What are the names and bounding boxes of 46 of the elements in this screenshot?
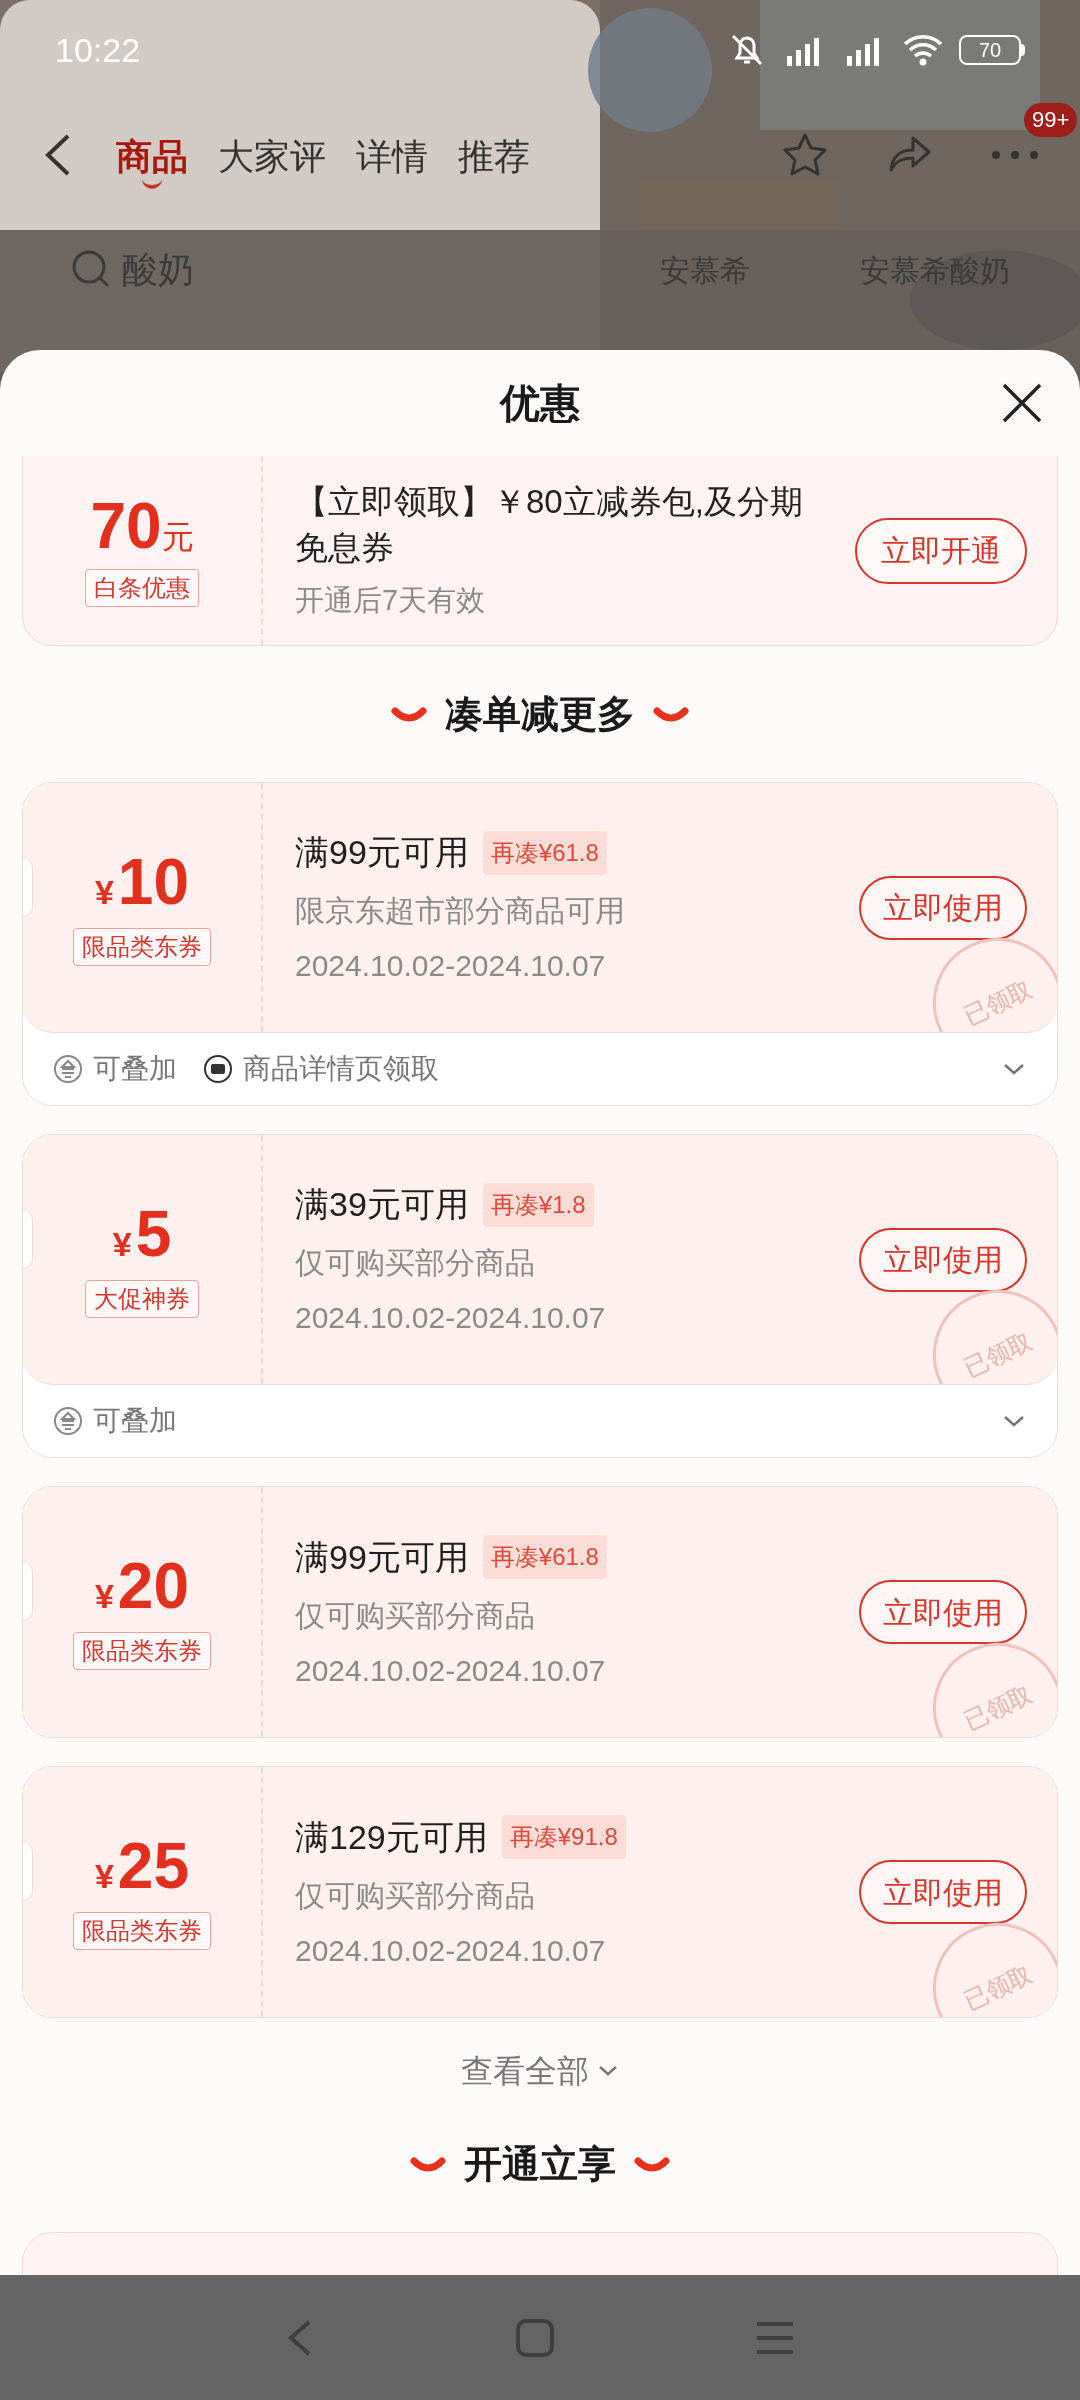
coupon-tag: 限品类东券 xyxy=(73,927,211,966)
section-title: 凑单减更多 xyxy=(445,691,635,737)
coupon-tag: 限品类东券 xyxy=(73,1632,211,1670)
gap-badge: 再凑¥1.8 xyxy=(482,1182,594,1227)
feature-label: 可叠加 xyxy=(93,1052,177,1086)
coupon-tag: 大促神券 xyxy=(85,1279,199,1318)
gap-badge: 再凑¥61.8 xyxy=(482,1535,607,1579)
sheet-title: 优惠 xyxy=(500,380,580,427)
use-button[interactable]: 立即使用 xyxy=(859,1860,1027,1924)
feature-label: 可叠加 xyxy=(93,1404,177,1438)
nav-tab[interactable]: 推荐 xyxy=(458,121,530,189)
battery-indicator: 70 xyxy=(959,35,1021,65)
use-button[interactable]: 立即使用 xyxy=(859,875,1027,940)
coupon-amount: ¥5 xyxy=(112,1201,172,1270)
offer-validity: 开通后7天有效 xyxy=(295,582,487,618)
nav-tab[interactable]: 大家评 xyxy=(218,121,326,189)
coupon-validity: 2024.10.02-2024.10.07 xyxy=(295,1300,607,1336)
nav-tab[interactable]: 商品 xyxy=(116,121,188,189)
view-all-link[interactable]: 查看全部 xyxy=(461,2046,619,2096)
section-title: 开通立享 xyxy=(464,2141,616,2187)
coupon-condition: 满99元可用 xyxy=(295,1536,469,1578)
coupon-validity: 2024.10.02-2024.10.07 xyxy=(295,1652,607,1689)
offer-tag: 白条优惠 xyxy=(85,569,199,607)
use-button[interactable]: 立即使用 xyxy=(859,1580,1027,1644)
coupon-amount: ¥25 xyxy=(94,1834,190,1902)
coupon-description: 仅可购买部分商品 xyxy=(295,1597,536,1634)
coupon-description: 仅可购买部分商品 xyxy=(295,1245,536,1281)
activate-button[interactable]: 立即开通 xyxy=(855,517,1027,584)
gap-badge: 再凑¥61.8 xyxy=(482,830,607,875)
coupon-validity: 2024.10.02-2024.10.07 xyxy=(295,1932,607,1969)
use-button[interactable]: 立即使用 xyxy=(859,1227,1027,1292)
offer-title: 【立即领取】￥80立减券包,及分期免息券 xyxy=(295,481,804,568)
feature-label: 商品详情页领取 xyxy=(243,1052,439,1086)
coupon-amount: ¥10 xyxy=(94,849,190,918)
coupon-description: 仅可购买部分商品 xyxy=(295,1877,536,1914)
status-time: 10:22 xyxy=(55,29,141,71)
nav-tab[interactable]: 详情 xyxy=(356,121,428,189)
gap-badge: 再凑¥91.8 xyxy=(501,1815,626,1859)
coupon-condition: 满129元可用 xyxy=(295,1816,488,1858)
coupon-description: 限京东超市部分商品可用 xyxy=(295,893,626,929)
coupon-tag: 限品类东券 xyxy=(73,1912,211,1950)
coupon-condition: 满39元可用 xyxy=(295,1184,469,1225)
coupon-amount: ¥20 xyxy=(94,1554,190,1622)
coupon-validity: 2024.10.02-2024.10.07 xyxy=(295,948,607,984)
offer-amount: 70元 xyxy=(90,494,194,561)
coupon-condition: 满99元可用 xyxy=(295,832,469,873)
